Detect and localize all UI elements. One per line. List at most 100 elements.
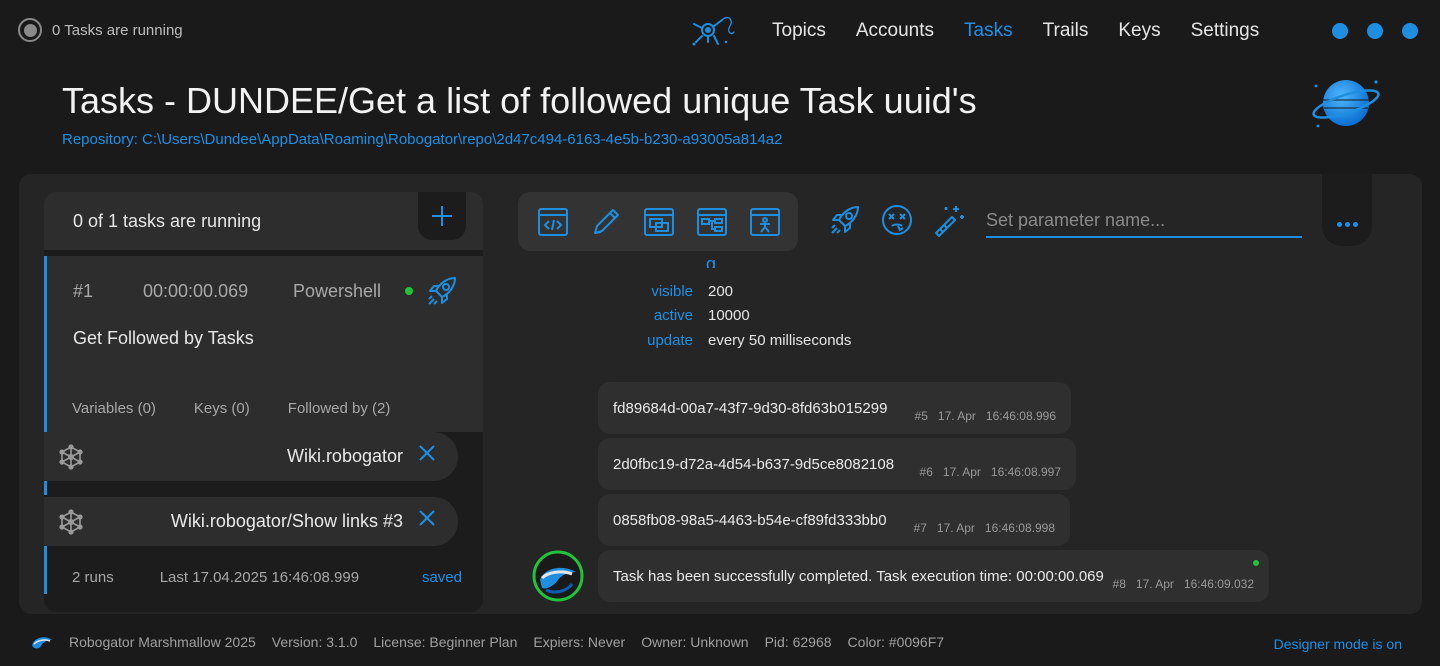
task-name: Get Followed by Tasks — [73, 328, 254, 348]
close-window-button[interactable] — [1402, 23, 1418, 39]
remove-follow-close-icon[interactable] — [418, 509, 436, 527]
task-number: #1 — [73, 281, 94, 301]
nav-accounts[interactable]: Accounts — [856, 20, 934, 42]
followed-by-tab[interactable]: Followed by (2) — [288, 400, 391, 417]
output-message[interactable]: 2d0fbc19-d72a-4d54-b637-9d5ce8082108 #6 … — [598, 438, 1076, 490]
stat-key: visible — [651, 283, 693, 300]
nav-tasks[interactable]: Tasks — [964, 20, 1013, 42]
message-text: fd89684d-00a7-43f7-9d30-8fd63b015299 — [613, 400, 888, 417]
running-status: 0 Tasks are running — [18, 18, 183, 42]
task-status-dot — [405, 287, 413, 295]
message-time: 16:46:09.032 — [1183, 577, 1254, 591]
dizzy-face-icon[interactable] — [880, 203, 914, 237]
nav-settings[interactable]: Settings — [1191, 20, 1260, 42]
window-controls — [1332, 23, 1418, 39]
minimize-button[interactable] — [1332, 23, 1348, 39]
add-task-button[interactable] — [418, 192, 466, 240]
repository-path[interactable]: Repository: C:\Users\Dundee\AppData\Roam… — [62, 131, 782, 148]
nav-keys[interactable]: Keys — [1118, 20, 1160, 42]
message-time: 16:46:08.996 — [985, 409, 1056, 423]
pid-info: Pid: 62968 — [764, 634, 832, 650]
page-title: Tasks - DUNDEE/Get a list of followed un… — [62, 80, 977, 121]
stat-key: update — [647, 332, 693, 349]
windows-layout-icon[interactable] — [643, 206, 675, 238]
code-view-icon[interactable] — [537, 206, 569, 238]
tasks-running-count: 0 of 1 tasks are running — [73, 211, 262, 231]
more-options-button[interactable] — [1322, 174, 1372, 246]
status-bar: Robogator Marshmallow 2025 Version: 3.1.… — [31, 633, 944, 651]
run-count: 2 runs — [72, 569, 114, 586]
task-accent-bar — [44, 256, 47, 432]
more-dot-icon — [1352, 222, 1358, 227]
output-message-completed[interactable]: Task has been successfully completed. Ta… — [598, 550, 1269, 602]
diagram-flow-icon[interactable] — [696, 206, 728, 238]
success-dot — [1253, 560, 1259, 566]
astronaut-icon[interactable] — [688, 12, 736, 52]
variables-tab[interactable]: Variables (0) — [72, 400, 156, 417]
accessibility-icon[interactable] — [749, 206, 781, 238]
robogator-logo-icon — [32, 637, 52, 649]
message-meta: #6 17. Apr 16:46:08.997 — [920, 465, 1061, 479]
version-info: Version: 3.1.0 — [271, 634, 358, 650]
color-info: Color: #0096F7 — [847, 634, 945, 650]
message-number: #8 — [1112, 577, 1126, 591]
message-number: #5 — [914, 409, 928, 423]
message-meta: #7 17. Apr 16:46:08.998 — [914, 521, 1055, 535]
followed-task-item[interactable]: Wiki.robogator/Show links #3 — [44, 497, 458, 546]
message-date: 17. Apr — [1135, 577, 1174, 591]
main-nav: Topics Accounts Tasks Trails Keys Settin… — [772, 20, 1259, 42]
stat-value: 200 — [708, 283, 734, 300]
designer-mode-link[interactable]: Designer mode is on — [1274, 636, 1402, 652]
launch-rocket-icon[interactable] — [828, 203, 862, 237]
message-date: 17. Apr — [942, 465, 981, 479]
message-time: 16:46:08.998 — [984, 521, 1055, 535]
stat-key: active — [653, 307, 693, 324]
action-icons — [828, 203, 966, 237]
runs-accent-bar — [44, 546, 47, 594]
task-run-footer: 2 runs Last 17.04.2025 16:46:08.999 save… — [72, 569, 462, 586]
followed-task-label: Wiki.robogator — [286, 446, 403, 466]
nav-topics[interactable]: Topics — [772, 20, 826, 42]
license-info: License: Beginner Plan — [373, 634, 518, 650]
last-run-time: Last 17.04.2025 16:46:08.999 — [159, 569, 360, 586]
message-date: 17. Apr — [936, 521, 975, 535]
saved-status: saved — [421, 569, 462, 586]
parameter-name-field[interactable] — [986, 205, 1302, 238]
run-task-rocket-icon[interactable] — [425, 274, 459, 308]
follow-accent-bar — [44, 481, 47, 495]
task-list-card: 0 of 1 tasks are running #1 00:00:00.069… — [44, 192, 483, 612]
parameter-name-input[interactable] — [986, 205, 1302, 235]
expiry-info: Expiers: Never — [533, 634, 626, 650]
message-time: 16:46:08.997 — [990, 465, 1061, 479]
more-dot-icon — [1336, 222, 1342, 227]
task-type: Powershell — [293, 281, 382, 301]
message-date: 17. Apr — [937, 409, 976, 423]
message-text: Task has been successfully completed. Ta… — [613, 568, 1104, 585]
more-dot-icon — [1344, 222, 1350, 227]
edit-pencil-icon[interactable] — [590, 206, 622, 238]
editor-toolbar — [518, 192, 798, 251]
message-number: #6 — [919, 465, 933, 479]
maximize-button[interactable] — [1367, 23, 1383, 39]
output-message[interactable]: 0858fb08-98a5-4463-b54e-cf89fd333bb0 #7 … — [598, 494, 1070, 546]
network-nodes-icon — [59, 444, 83, 470]
owner-info: Owner: Unknown — [641, 634, 749, 650]
message-meta: #5 17. Apr 16:46:08.996 — [915, 409, 1056, 423]
output-message[interactable]: fd89684d-00a7-43f7-9d30-8fd63b015299 #5 … — [598, 382, 1071, 434]
message-text: 2d0fbc19-d72a-4d54-b637-9d5ce8082108 — [613, 456, 895, 473]
message-number: #7 — [913, 521, 927, 535]
stat-value: 10000 — [708, 307, 750, 324]
remove-follow-close-icon[interactable] — [418, 444, 436, 462]
network-nodes-icon — [59, 509, 83, 535]
message-text: 0858fb08-98a5-4463-b54e-cf89fd333bb0 — [613, 512, 887, 529]
magic-wand-icon[interactable] — [932, 203, 966, 237]
nav-trails[interactable]: Trails — [1043, 20, 1089, 42]
followed-task-label: Wiki.robogator/Show links #3 — [170, 511, 403, 531]
keys-tab[interactable]: Keys (0) — [194, 400, 250, 417]
task-list-header: 0 of 1 tasks are running — [44, 192, 483, 250]
task-item[interactable]: #1 00:00:00.069 Powershell Get Followed … — [44, 256, 483, 432]
planet-icon — [1312, 80, 1380, 128]
stat-value: every 50 milliseconds — [708, 332, 852, 349]
followed-task-item[interactable]: Wiki.robogator — [44, 432, 458, 481]
plus-icon — [432, 206, 452, 226]
